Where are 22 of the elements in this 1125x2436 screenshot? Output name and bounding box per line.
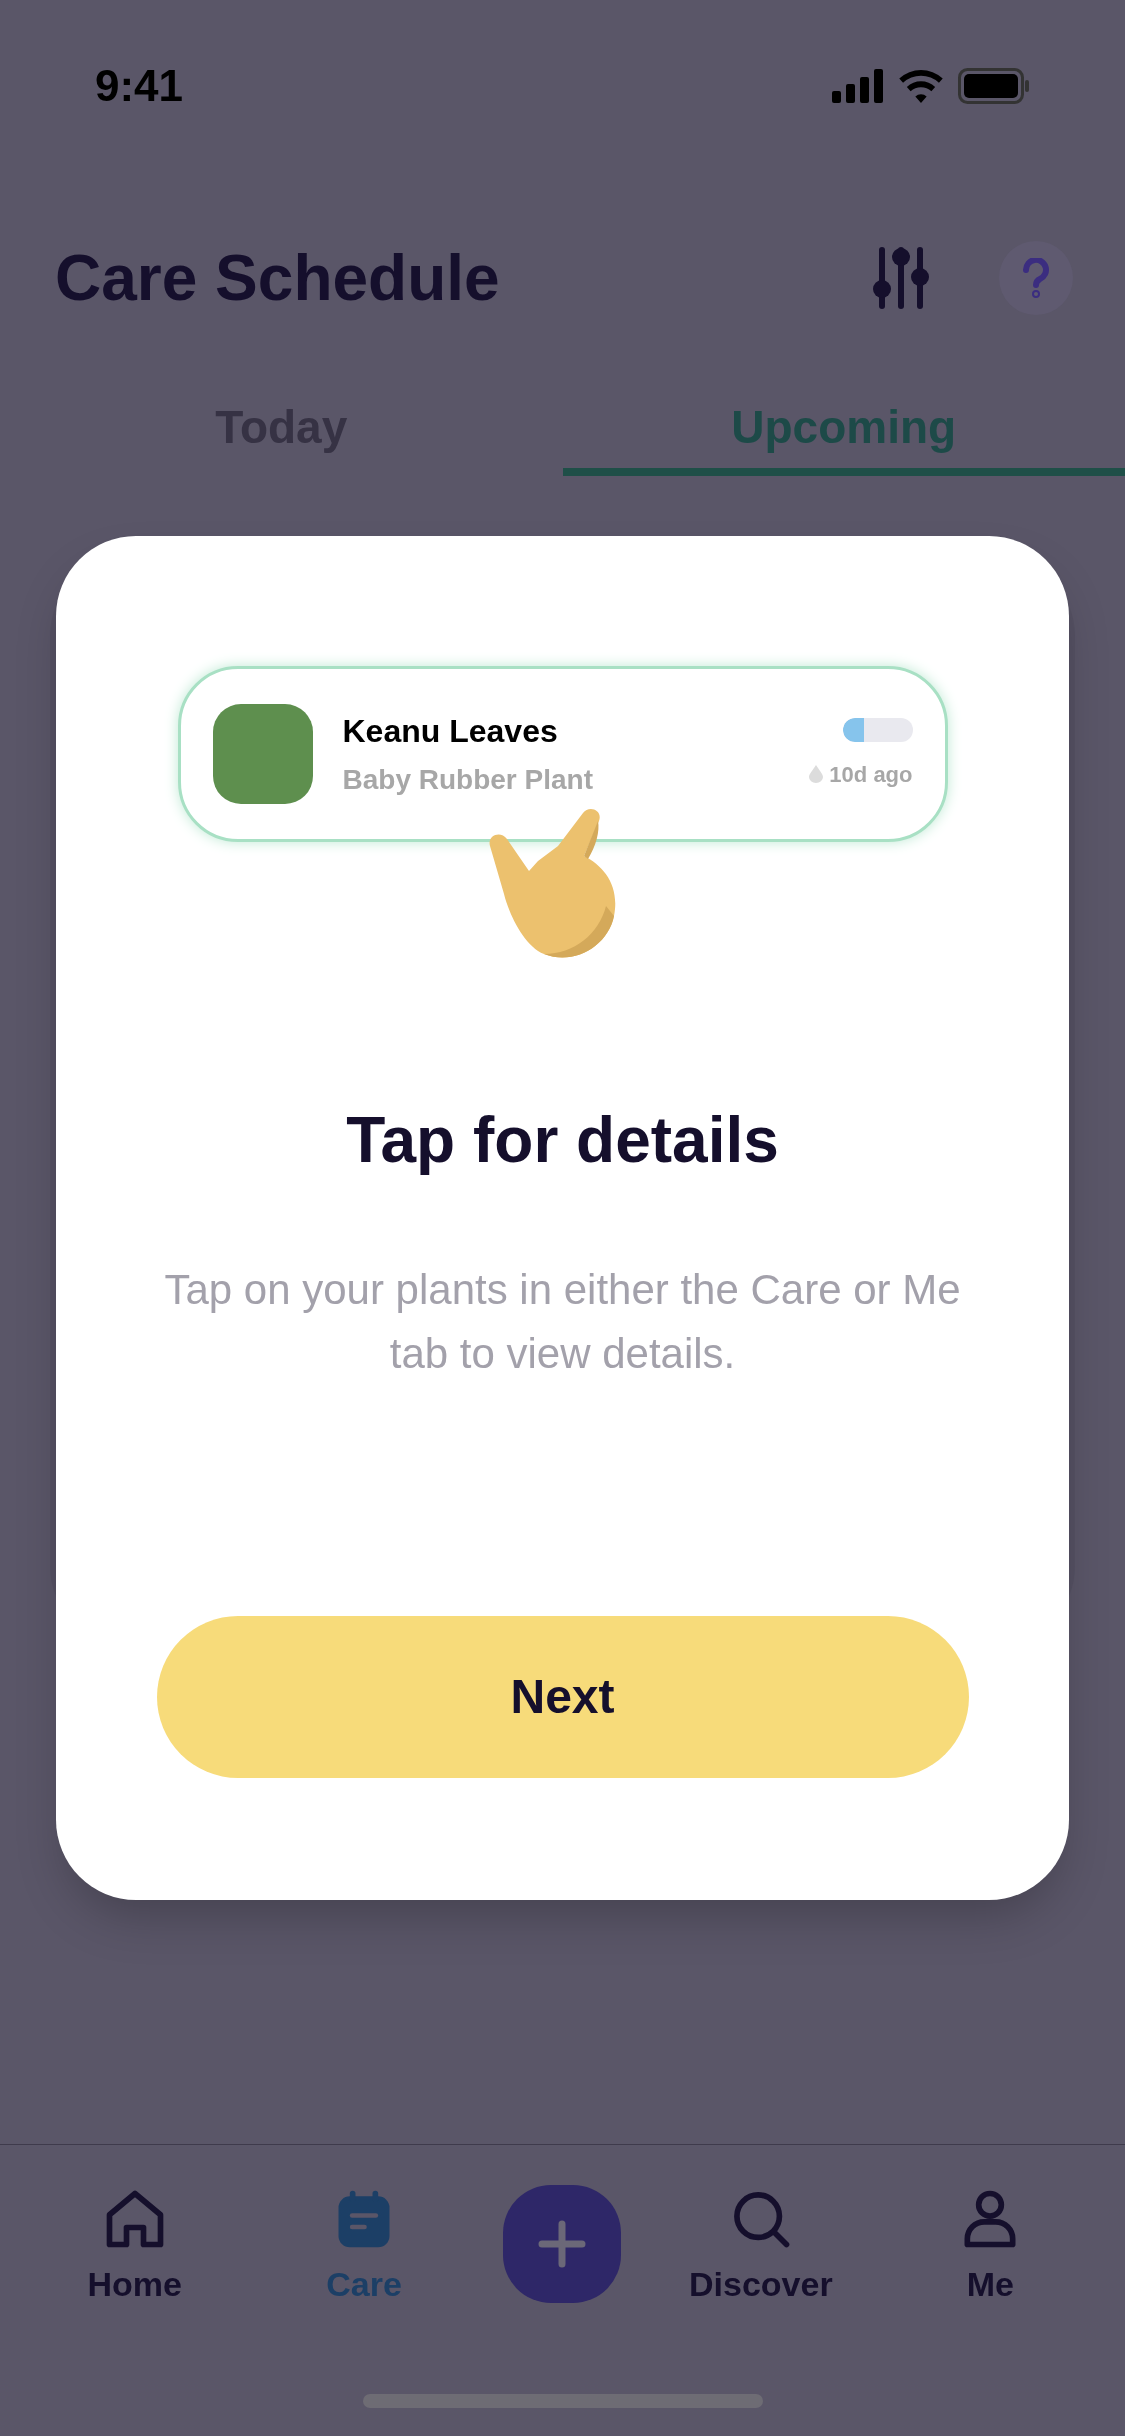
- sliders-icon[interactable]: [873, 245, 929, 311]
- tab[interactable]: Upcoming: [562, 386, 1125, 476]
- plant-species: Baby Rubber Plant: [342, 763, 594, 797]
- last-watered: 10d ago: [829, 760, 913, 789]
- signal-icon: [832, 69, 884, 103]
- nav-item[interactable]: Care: [274, 2185, 455, 2310]
- plant-card[interactable]: Keanu Leaves Baby Rubber Plant 10d ago: [177, 666, 948, 842]
- droplet-icon: [809, 765, 824, 783]
- plus-icon: [538, 2220, 587, 2268]
- status-time: 9:41: [95, 60, 184, 112]
- plant-name: Keanu Leaves: [342, 712, 559, 751]
- page-title: Care Schedule: [55, 241, 500, 316]
- nav-item[interactable]: Home: [44, 2185, 225, 2310]
- wifi-icon: [898, 69, 944, 103]
- help-icon: [1021, 258, 1051, 298]
- dialog-title: Tap for details: [346, 1103, 779, 1178]
- next-button[interactable]: Next: [156, 1616, 969, 1778]
- dialog-description: Tap on your plants in either the Care or Me tab to view details.: [163, 1265, 962, 1379]
- nav-item[interactable]: Discover: [670, 2185, 851, 2310]
- battery-icon: [958, 68, 1030, 104]
- add-button[interactable]: [503, 2185, 622, 2303]
- nav-item[interactable]: Me: [900, 2185, 1081, 2310]
